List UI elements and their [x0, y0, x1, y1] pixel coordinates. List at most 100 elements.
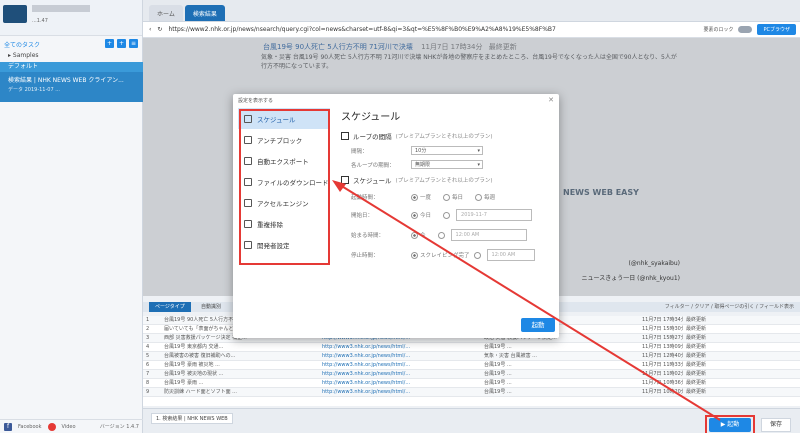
tab-page-type[interactable]: ページタイプ: [149, 302, 191, 312]
stop-time-row: 停止時間： スクレイピング完了 12:00 AM: [341, 249, 551, 261]
radio-scrape-complete[interactable]: スクレイピング完了: [411, 251, 470, 259]
radio-today[interactable]: 今日: [411, 211, 431, 219]
all-tasks-title[interactable]: 全てのタスク: [4, 40, 40, 49]
table-cell: 2: [146, 326, 150, 332]
facebook-icon[interactable]: f: [4, 422, 12, 431]
video-icon[interactable]: [47, 422, 56, 431]
table-cell: 11月7日 11時33分: [642, 362, 683, 368]
table-cell: 台風19号 ...: [484, 371, 512, 377]
radio-once[interactable]: 一度: [411, 193, 431, 201]
sort-icon[interactable]: ≡: [129, 39, 138, 48]
table-cell: 6: [146, 362, 150, 368]
side-text-2: (@nhk_syakaibu): [628, 260, 680, 267]
version-label: バージョン 1.4.7: [99, 424, 139, 430]
table-cell: 最終更新: [686, 353, 707, 359]
table-row[interactable]: 4 台風19号 東京都内 交通... http://www3.nhk.or.jp/n…: [143, 343, 800, 352]
task-sub: データ 2019-11-07 ...: [8, 87, 61, 93]
save-button[interactable]: 保存: [761, 418, 791, 432]
table-cell: 4: [146, 344, 150, 350]
radio-stop-time[interactable]: [473, 251, 481, 259]
radio-now[interactable]: 今: [411, 231, 426, 239]
begin-time-input[interactable]: 12:00 AM: [450, 229, 527, 241]
start-date-input[interactable]: 2019-11-7: [456, 209, 533, 221]
table-cell: 台風19号 ...: [484, 380, 512, 386]
task-tab[interactable]: 1. 検索結果 | NHK NEWS WEB: [151, 413, 233, 424]
radio-daily[interactable]: 毎日: [443, 193, 463, 201]
tab-search-results[interactable]: 検索結果: [184, 5, 225, 21]
schedule-checkbox[interactable]: [341, 176, 349, 184]
folder-default[interactable]: デフォルト: [0, 62, 143, 72]
loop-checkbox[interactable]: [341, 132, 349, 140]
table-cell: 最終更新: [686, 380, 707, 386]
table-cell: http://www3.nhk.or.jp/news/html/...: [322, 389, 411, 395]
start-button[interactable]: ▶ 起動: [709, 418, 751, 432]
table-row[interactable]: 6 台風19号 豪雨 被災地 ... http://www3.nhk.or.jp/n…: [143, 361, 800, 370]
folder-samples[interactable]: ▸ Samples: [0, 52, 143, 59]
table-cell: 台風19号 豪雨 被災地 ...: [164, 362, 220, 368]
table-cell: 台風19号 ...: [484, 362, 512, 368]
add-task-icon[interactable]: +: [117, 39, 126, 48]
close-icon[interactable]: ✕: [548, 96, 554, 104]
run-button[interactable]: 起動: [521, 318, 555, 332]
table-cell: 11月7日 15時27分: [642, 335, 683, 341]
table-cell: 最終更新: [686, 344, 707, 350]
table-cell: 8: [146, 380, 150, 386]
dialog-header: 設定を表示する: [238, 98, 274, 104]
table-cell: 11月7日 17時34分: [642, 317, 683, 323]
panel-footer: f Facebook Video バージョン 1.4.7: [0, 419, 143, 433]
browser-toolbar: ‹ ↻ https://www2.nhk.or.jp/news/nsearch/…: [143, 22, 800, 38]
stop-time-input[interactable]: 12:00 AM: [486, 249, 535, 261]
refresh-icon[interactable]: ↻: [157, 26, 162, 33]
nav-highlight: [239, 109, 330, 265]
table-cell: 11月7日 13時09分: [642, 344, 683, 350]
lock-label: 要素のロック: [703, 27, 734, 33]
table-row[interactable]: 9 防災訓練 ハード面とソフト面 ... http://www3.nhk.or.jp…: [143, 388, 800, 397]
table-cell: http://www3.nhk.or.jp/news/html/...: [322, 371, 411, 377]
task-panel: ...1.47 全てのタスク + + ≡ ▸ Samples デフォルト 検索結…: [0, 0, 143, 433]
radio-time[interactable]: [437, 231, 445, 239]
start-date-row: 開始日： 今日 2019-11-7: [341, 209, 551, 221]
table-cell: 11月7日 11時02分: [642, 371, 683, 377]
table-cell: 11月7日 10時20分: [642, 389, 683, 395]
table-cell: 11月7日 15時30分: [642, 326, 683, 332]
radio-date[interactable]: [443, 211, 451, 219]
account-header: ...1.47: [0, 0, 142, 36]
table-cell: 7: [146, 371, 150, 377]
account-name: [32, 5, 90, 12]
back-icon[interactable]: ‹: [149, 26, 151, 33]
tab-auto-detect[interactable]: 自動識別: [195, 302, 227, 312]
table-row[interactable]: 7 台風19号 被災地の現状 ... http://www3.nhk.or.jp/n…: [143, 370, 800, 379]
grid-toolbar[interactable]: フィルター / クリア / 取得ページの引く / フィールド表示: [665, 302, 794, 312]
table-cell: 最終更新: [686, 335, 707, 341]
table-row[interactable]: 8 台風19号 豪雨 ... http://www3.nhk.or.jp/news/…: [143, 379, 800, 388]
interval-row: 間隔： 10分: [341, 146, 551, 155]
table-cell: 最終更新: [686, 389, 707, 395]
interval-select[interactable]: 10分: [411, 146, 483, 155]
url-field[interactable]: https://www2.nhk.or.jp/news/nsearch/quer…: [168, 26, 555, 33]
table-cell: 5: [146, 353, 150, 359]
table-cell: 台風被害の被害 復旧補助への...: [164, 353, 236, 359]
loop-period-select[interactable]: 無期限: [411, 160, 483, 169]
schedule-option[interactable]: スケジュール (プレミアムプランとそれ以上のプラン): [341, 175, 551, 185]
add-folder-icon[interactable]: +: [105, 39, 114, 48]
table-cell: 台風19号 ...: [484, 344, 512, 350]
video-link[interactable]: Video: [62, 424, 76, 430]
task-item[interactable]: 検索結果 | NHK NEWS WEB クライアン... データ 2019-11…: [0, 72, 143, 102]
tab-home[interactable]: ホーム: [149, 5, 183, 21]
radio-weekly[interactable]: 毎週: [475, 193, 495, 201]
lock-toggle[interactable]: [738, 26, 753, 33]
toolbar-right: 要素のロック PCブラウザ: [703, 24, 796, 35]
facebook-link[interactable]: Facebook: [18, 424, 42, 430]
panel-actions: + + ≡: [105, 39, 138, 48]
status-footer: 1. 検索結果 | NHK NEWS WEB ▶ 起動 保存: [143, 408, 800, 433]
table-cell: 台風19号 東京都内 交通...: [164, 344, 224, 350]
schedule-panel: スケジュール ループの間隔 (プレミアムプランとそれ以上のプラン) 間隔： 10…: [341, 108, 551, 261]
table-cell: 11月7日 10時36分: [642, 380, 683, 386]
table-cell: 最終更新: [686, 326, 707, 332]
begin-time-row: 始まる時間： 今 12:00 AM: [341, 229, 551, 241]
start-mode-row: 起動時間： 一度 毎日 毎週: [351, 193, 496, 201]
side-text: ニュースきょう一日 (@nhk_kyou1): [581, 275, 680, 282]
loop-option[interactable]: ループの間隔 (プレミアムプランとそれ以上のプラン): [341, 131, 551, 141]
pc-browser-button[interactable]: PCブラウザ: [757, 24, 796, 35]
table-row[interactable]: 5 台風被害の被害 復旧補助への... http://www3.nhk.or.jp/…: [143, 352, 800, 361]
